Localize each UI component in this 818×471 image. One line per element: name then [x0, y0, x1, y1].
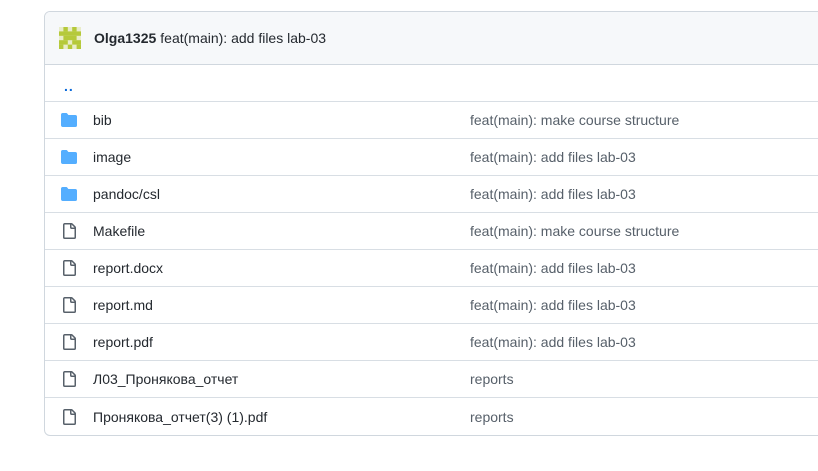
file-row[interactable]: report.docx feat(main): add files lab-03 [45, 250, 818, 287]
file-commit-message-link[interactable]: feat(main): make course structure [470, 112, 679, 128]
avatar[interactable] [59, 27, 81, 49]
file-icon [45, 223, 93, 239]
file-row[interactable]: report.md feat(main): add files lab-03 [45, 287, 818, 324]
file-name-link[interactable]: bib [93, 112, 470, 128]
folder-icon [45, 112, 93, 128]
file-icon [45, 408, 93, 425]
file-commit-message-link[interactable]: reports [470, 371, 514, 387]
file-row[interactable]: Пронякова_отчет(3) (1).pdf reports [45, 398, 818, 435]
file-icon [45, 297, 93, 313]
file-list: bib feat(main): make course structure imag… [45, 102, 818, 435]
file-commit-message-link[interactable]: feat(main): add files lab-03 [470, 186, 636, 202]
file-browser: Olga1325 feat(main): add files lab-03 ..… [44, 11, 818, 436]
file-name-link[interactable]: image [93, 149, 470, 165]
commit-author[interactable]: Olga1325 [94, 30, 156, 46]
folder-icon [45, 149, 93, 165]
file-commit-message-link[interactable]: feat(main): add files lab-03 [470, 149, 636, 165]
parent-directory-link[interactable]: .. [64, 79, 74, 93]
file-commit-message-link[interactable]: reports [470, 409, 514, 425]
file-icon [45, 260, 93, 276]
file-name-link[interactable]: Makefile [93, 223, 470, 239]
file-icon [45, 371, 93, 387]
file-row[interactable]: Л03_Пронякова_отчет reports [45, 361, 818, 398]
file-name-link[interactable]: pandoc/csl [93, 186, 470, 202]
folder-icon [45, 186, 93, 202]
parent-directory-row[interactable]: .. [45, 65, 818, 102]
file-name-link[interactable]: Л03_Пронякова_отчет [93, 371, 470, 387]
file-icon [45, 334, 93, 350]
file-name-link[interactable]: report.md [93, 297, 470, 313]
latest-commit-header: Olga1325 feat(main): add files lab-03 [45, 12, 818, 65]
file-name-link[interactable]: report.docx [93, 260, 470, 276]
file-row[interactable]: Makefile feat(main): make course structur… [45, 213, 818, 250]
file-commit-message-link[interactable]: feat(main): add files lab-03 [470, 260, 636, 276]
file-commit-message-link[interactable]: feat(main): add files lab-03 [470, 297, 636, 313]
file-name-link[interactable]: Пронякова_отчет(3) (1).pdf [93, 409, 470, 425]
file-row[interactable]: report.pdf feat(main): add files lab-03 [45, 324, 818, 361]
file-row[interactable]: pandoc/csl feat(main): add files lab-03 [45, 176, 818, 213]
file-commit-message-link[interactable]: feat(main): make course structure [470, 223, 679, 239]
file-row[interactable]: image feat(main): add files lab-03 [45, 139, 818, 176]
file-commit-message-link[interactable]: feat(main): add files lab-03 [470, 334, 636, 350]
file-row[interactable]: bib feat(main): make course structure [45, 102, 818, 139]
commit-message[interactable]: feat(main): add files lab-03 [160, 30, 326, 46]
file-name-link[interactable]: report.pdf [93, 334, 470, 350]
